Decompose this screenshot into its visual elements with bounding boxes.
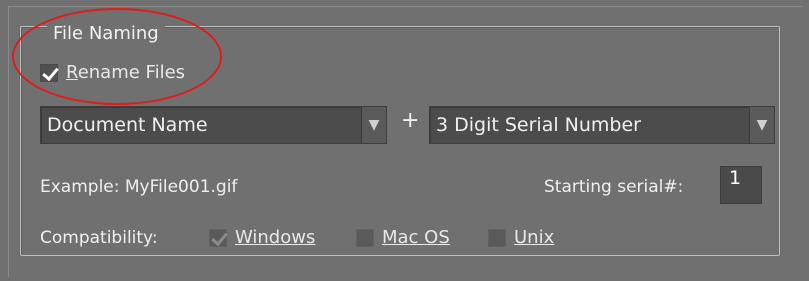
name-part1-select[interactable]: Document Name ▼ (40, 106, 387, 144)
name-part1-value: Document Name (47, 114, 208, 136)
plus-sign: + (401, 108, 420, 133)
chevron-down-icon[interactable]: ▼ (361, 107, 386, 143)
unix-checkbox[interactable] (488, 228, 506, 247)
unix-label: Unix (514, 227, 555, 248)
name-part2-value: 3 Digit Serial Number (436, 114, 641, 136)
macos-checkbox[interactable] (356, 228, 374, 247)
macos-option[interactable]: Mac OS (356, 227, 450, 248)
starting-serial-label: Starting serial#: (544, 177, 684, 197)
name-part2-select[interactable]: 3 Digit Serial Number ▼ (429, 106, 775, 144)
unix-option[interactable]: Unix (488, 227, 554, 248)
windows-checkbox[interactable] (209, 228, 227, 247)
starting-serial-input[interactable]: 1 (720, 166, 762, 204)
annotation-circle (12, 8, 222, 105)
chevron-down-icon[interactable]: ▼ (749, 107, 774, 143)
windows-option[interactable]: Windows (209, 227, 315, 248)
example-text: Example: MyFile001.gif (40, 177, 238, 197)
windows-label: Windows (235, 227, 316, 248)
compatibility-label: Compatibility: (40, 228, 158, 248)
macos-label: Mac OS (382, 227, 450, 248)
